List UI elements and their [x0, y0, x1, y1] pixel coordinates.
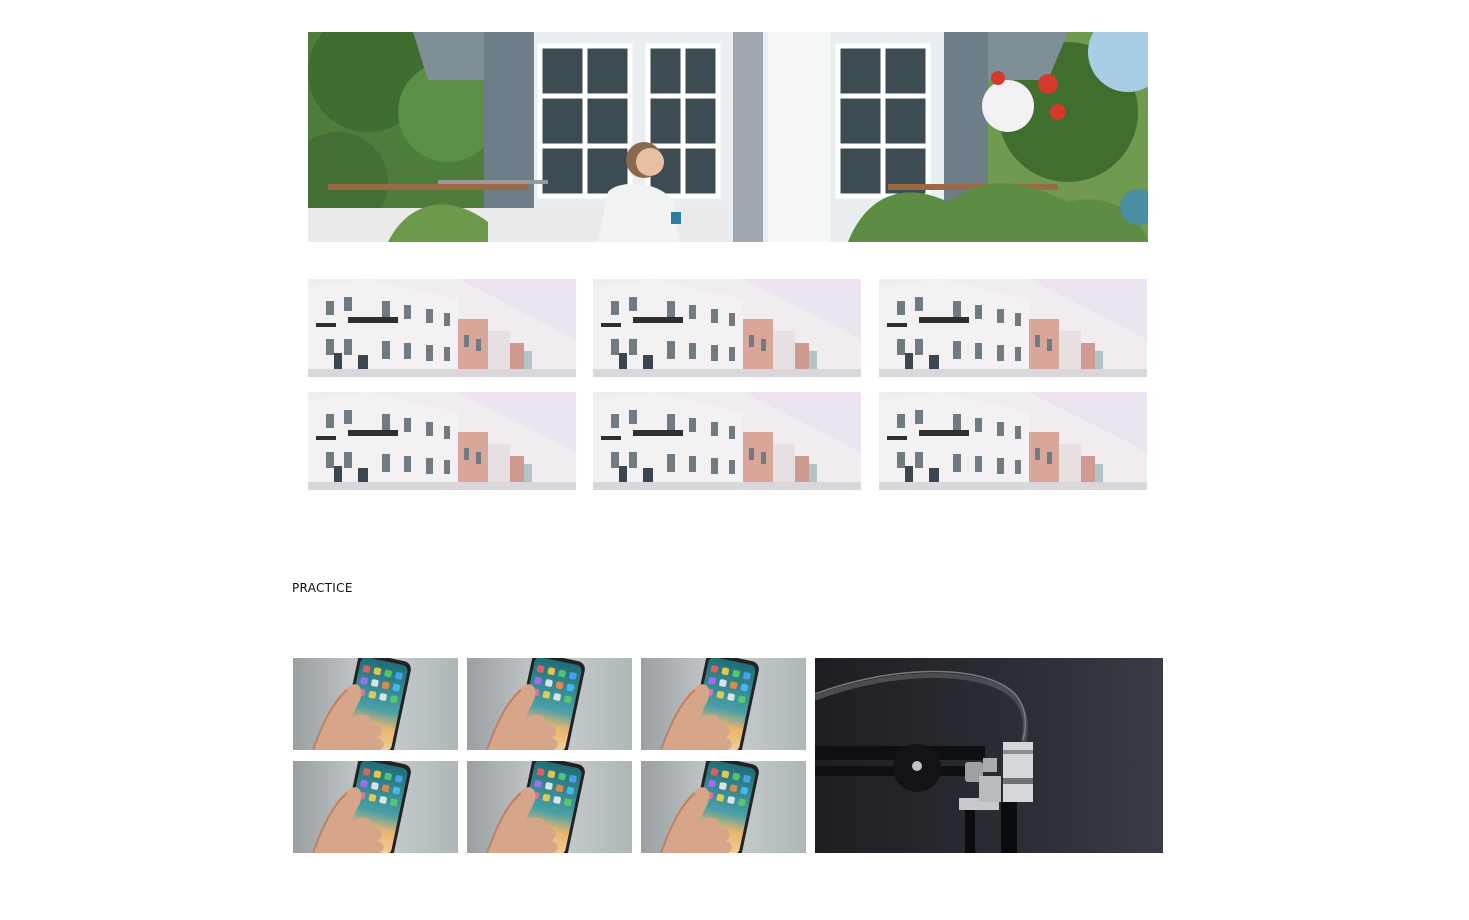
hero-garden-house-image [308, 32, 1148, 242]
gallery-building-image-6[interactable] [879, 392, 1147, 490]
gallery-building-image-2[interactable] [593, 279, 861, 377]
gallery-building-image-5[interactable] [593, 392, 861, 490]
gallery-phone-image-2[interactable] [467, 658, 632, 750]
feature-microphone-image[interactable] [815, 658, 1163, 853]
gallery-building-image-3[interactable] [879, 279, 1147, 377]
gallery-phone-image-1[interactable] [293, 658, 458, 750]
gallery-phone-image-3[interactable] [641, 658, 806, 750]
gallery-phone-image-4[interactable] [293, 761, 458, 853]
gallery-phone-image-5[interactable] [467, 761, 632, 853]
section-title-practice: PRACTICE [292, 581, 353, 595]
gallery-building-image-4[interactable] [308, 392, 576, 490]
gallery-building-image-1[interactable] [308, 279, 576, 377]
gallery-phone-image-6[interactable] [641, 761, 806, 853]
